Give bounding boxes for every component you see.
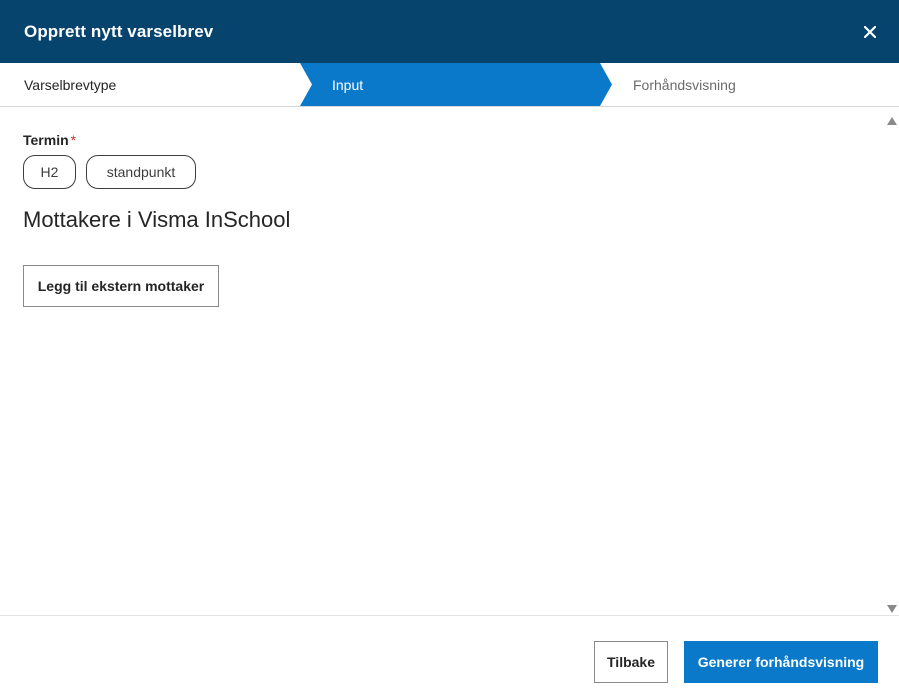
step-varselbrevtype[interactable]: Varselbrevtype — [24, 63, 116, 106]
close-icon[interactable] — [861, 23, 879, 41]
termin-chip-h2[interactable]: H2 — [23, 155, 76, 189]
dialog-title: Opprett nytt varselbrev — [24, 21, 214, 41]
step-forhandsvisning[interactable]: Forhåndsvisning — [633, 63, 736, 106]
termin-label-text: Termin — [23, 132, 69, 148]
termin-chip-standpunkt[interactable]: standpunkt — [86, 155, 196, 189]
add-external-recipient-button[interactable]: Legg til ekstern mottaker — [23, 265, 219, 307]
generate-preview-button[interactable]: Generer forhåndsvisning — [684, 641, 878, 683]
dialog-header: Opprett nytt varselbrev — [0, 0, 899, 63]
back-button[interactable]: Tilbake — [594, 641, 668, 683]
scroll-down-arrow-icon[interactable] — [886, 601, 898, 613]
dialog-content: Termin * H2 standpunkt Mottakere i Visma … — [0, 107, 883, 615]
step-input[interactable]: Input — [332, 63, 363, 106]
wizard-stepper: Varselbrevtype Input Forhåndsvisning — [0, 63, 899, 107]
required-marker: * — [70, 132, 77, 148]
active-step-chevron — [300, 63, 612, 106]
termin-label: Termin * — [23, 132, 76, 148]
scroll-up-arrow-icon[interactable] — [886, 113, 898, 125]
content-scrollbar[interactable] — [883, 107, 899, 615]
dialog-footer: Tilbake Generer forhåndsvisning — [0, 615, 899, 694]
recipients-heading: Mottakere i Visma InSchool — [23, 207, 291, 232]
